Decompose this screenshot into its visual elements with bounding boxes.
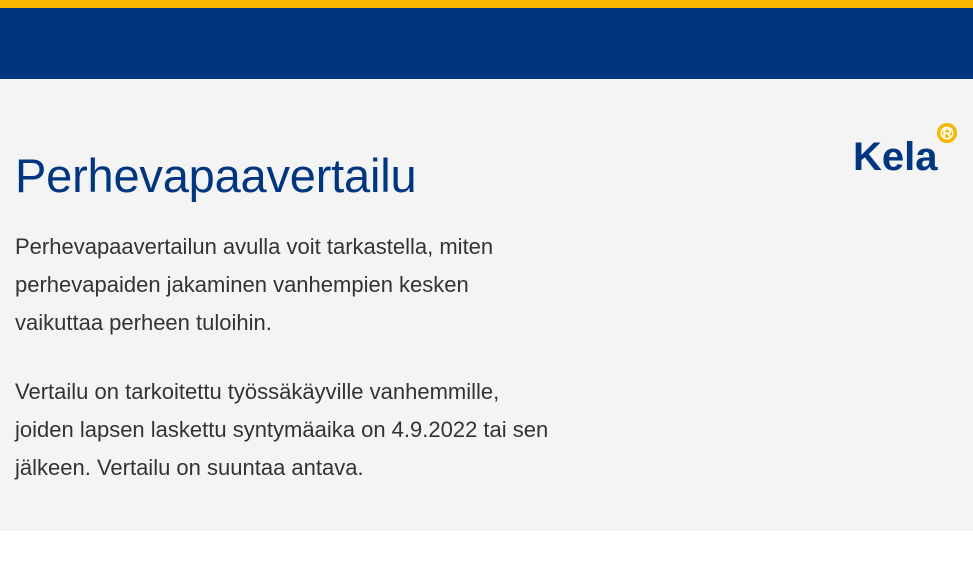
kela-logo[interactable]: Kela R bbox=[851, 120, 963, 176]
intro-paragraph: Perhevapaavertailun avulla voit tarkaste… bbox=[15, 234, 494, 335]
kela-logo-text: Kela bbox=[853, 135, 938, 176]
registered-mark-icon: R bbox=[937, 123, 957, 143]
eligibility-paragraph: Vertailu on tarkoitettu työssäkäyville v… bbox=[15, 379, 549, 480]
registered-mark-letter: R bbox=[943, 126, 953, 141]
hero-section: Perhevapaavertailu Perhevapaavertailun a… bbox=[0, 79, 973, 531]
page-title: Perhevapaavertailu bbox=[15, 149, 417, 202]
accent-stripe bbox=[0, 0, 973, 8]
site-header bbox=[0, 8, 973, 79]
